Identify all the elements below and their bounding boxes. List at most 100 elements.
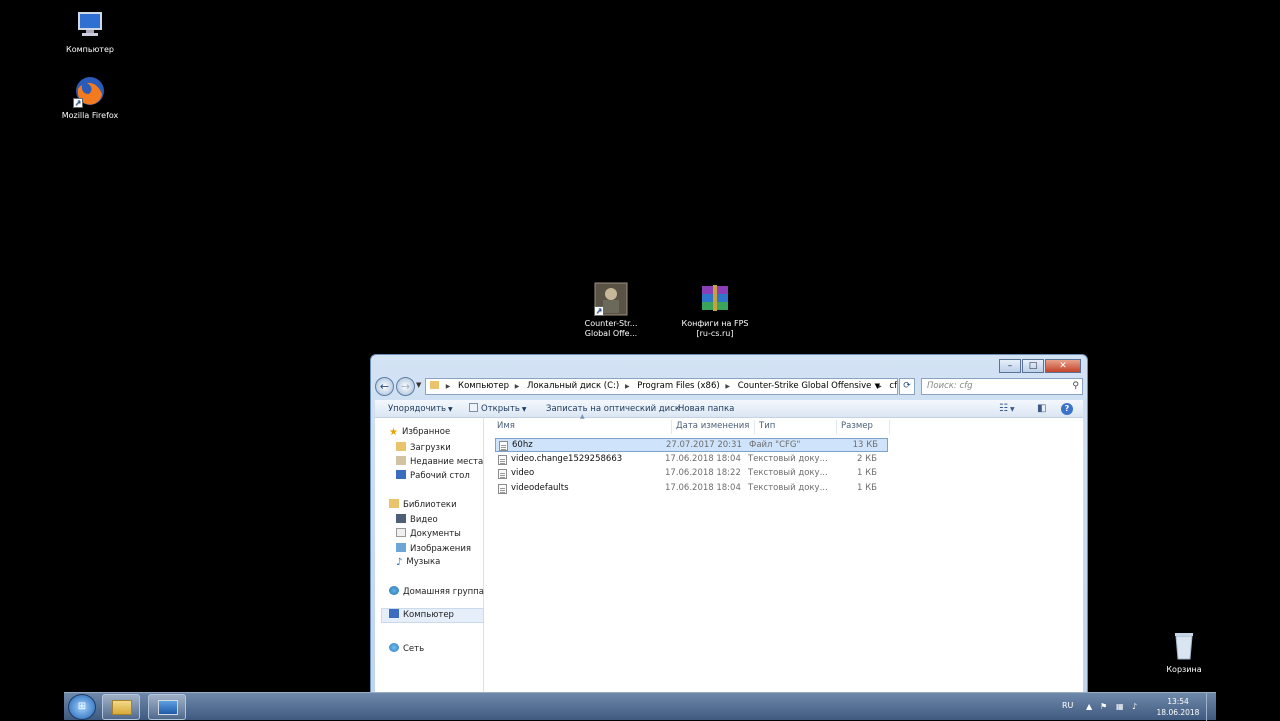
breadcrumb-csgo[interactable]: Counter-Strike Global Offensive	[738, 381, 872, 391]
search-input[interactable]: Поиск: cfg ⚲	[921, 378, 1083, 395]
firefox-icon: ↗	[73, 74, 107, 108]
folder-icon	[430, 381, 439, 389]
nav-label: Видео	[410, 515, 438, 525]
nav-favorites[interactable]: ★ Избранное	[389, 427, 450, 438]
explorer-folder-icon	[112, 700, 132, 715]
nav-label: Рабочий стол	[410, 471, 470, 481]
breadcrumb-cfg[interactable]: cfg	[889, 381, 897, 391]
breadcrumb-computer[interactable]: Компьютер	[458, 381, 509, 391]
nav-downloads[interactable]: Загрузки	[396, 442, 451, 453]
file-row[interactable]: video.change1529258663 17.06.2018 18:04 …	[495, 453, 888, 467]
csgo-icon: ↗	[594, 282, 628, 316]
text-file-icon	[498, 455, 507, 465]
breadcrumb-chevron-icon: ▶	[445, 383, 451, 390]
action-center-icon[interactable]: ⚑	[1100, 702, 1107, 711]
close-button[interactable]: ✕	[1045, 359, 1081, 373]
address-bar[interactable]: ▶ Компьютер ▶ Локальный диск (C:) ▶ Prog…	[425, 378, 898, 395]
column-header-name[interactable]: Имя	[497, 418, 515, 435]
column-header-size[interactable]: Размер	[841, 418, 873, 435]
view-options-icon[interactable]: ☷ ▼	[999, 402, 1015, 417]
nav-recent-places[interactable]: Недавние места	[396, 456, 483, 467]
network-status-icon[interactable]: ▦	[1116, 702, 1124, 711]
back-button[interactable]: ←	[375, 377, 394, 396]
star-icon: ★	[389, 427, 398, 438]
text-file-icon	[498, 484, 507, 494]
navigation-pane: ★ Избранное Загрузки Недавние места Рабоч…	[375, 418, 484, 695]
column-divider[interactable]	[671, 420, 672, 434]
maximize-button[interactable]: □	[1022, 359, 1044, 373]
music-library-icon: ♪	[396, 557, 403, 568]
documents-library-icon	[396, 528, 406, 537]
organize-label: Упорядочить	[388, 404, 447, 414]
breadcrumb-local-disk[interactable]: Локальный диск (C:)	[527, 381, 619, 391]
file-name: 60hz	[512, 440, 533, 450]
open-button[interactable]: Открыть ▼	[469, 400, 526, 419]
column-divider[interactable]	[754, 420, 755, 434]
nav-video[interactable]: Видео	[396, 514, 438, 525]
nav-libraries[interactable]: Библиотеки	[389, 499, 457, 510]
clock-time: 13:54	[1167, 697, 1189, 706]
volume-icon[interactable]: ♪	[1132, 702, 1137, 711]
open-label: Открыть	[481, 404, 520, 414]
file-name: videodefaults	[511, 483, 569, 493]
desktop-icon-recycle-bin[interactable]: Корзина	[1146, 628, 1222, 675]
forward-button[interactable]: →	[396, 377, 415, 396]
breadcrumb-chevron-icon[interactable]: ▶	[725, 383, 730, 390]
breadcrumb-chevron-icon[interactable]: ▶	[515, 383, 520, 390]
desktop-icon-configs-archive[interactable]: Конфиги на FPS [ru-cs.ru]	[677, 282, 753, 339]
mouse-cursor-icon	[535, 545, 541, 557]
file-row[interactable]: videodefaults 17.06.2018 18:04 Текстовый…	[495, 482, 888, 496]
desktop-icon-firefox[interactable]: ↗ Mozilla Firefox	[52, 74, 128, 121]
search-placeholder: Поиск: cfg	[927, 381, 973, 391]
new-folder-button[interactable]: Новая папка	[678, 400, 734, 418]
column-divider[interactable]	[889, 420, 890, 434]
breadcrumb-chevron-icon[interactable]: ▶	[625, 383, 630, 390]
clock[interactable]: 13:54 18.06.2018	[1156, 696, 1200, 718]
file-type: Текстовый доку...	[748, 483, 828, 493]
video-library-icon	[396, 514, 406, 523]
column-header-date[interactable]: Дата изменения	[676, 418, 749, 435]
back-arrow-icon: ←	[379, 380, 390, 393]
help-icon[interactable]: ?	[1061, 403, 1073, 415]
nav-network[interactable]: Сеть	[389, 643, 424, 654]
cfg-file-icon	[499, 441, 508, 451]
file-row[interactable]: video 17.06.2018 18:22 Текстовый доку...…	[495, 467, 888, 481]
open-file-icon	[469, 403, 478, 412]
file-type: Файл "CFG"	[749, 440, 801, 450]
desktop-icon-label: Корзина	[1166, 665, 1202, 674]
desktop-icon-csgo[interactable]: ↗ Counter-Str... Global Offe...	[573, 282, 649, 339]
preview-pane-icon[interactable]: ◧	[1037, 402, 1046, 416]
language-indicator[interactable]: RU	[1062, 701, 1073, 710]
minimize-button[interactable]: –	[999, 359, 1021, 373]
file-name: video	[511, 468, 535, 478]
nav-computer[interactable]: Компьютер	[381, 608, 484, 623]
command-bar: Упорядочить ▼ Открыть ▼ Записать на оптиче…	[375, 400, 1083, 418]
file-row[interactable]: 60hz 27.07.2017 20:31 Файл "CFG" 13 КБ	[495, 438, 888, 452]
nav-label: Изображения	[410, 544, 472, 554]
tray-expand-icon[interactable]: ▲	[1086, 702, 1092, 711]
desktop-icon-computer[interactable]: Компьютер	[52, 8, 128, 55]
window-content: ★ Избранное Загрузки Недавние места Рабоч…	[375, 413, 1083, 695]
taskbar-app-button[interactable]	[148, 694, 186, 720]
nav-music[interactable]: ♪ Музыка	[396, 557, 440, 568]
organize-button[interactable]: Упорядочить ▼	[388, 400, 453, 419]
breadcrumb-program-files[interactable]: Program Files (x86)	[637, 381, 719, 391]
show-desktop-button[interactable]	[1206, 693, 1216, 721]
nav-images[interactable]: Изображения	[396, 543, 471, 554]
address-dropdown-icon[interactable]: ▼	[875, 379, 880, 394]
nav-homegroup[interactable]: Домашняя группа	[389, 586, 484, 597]
desktop-icon-label: Конфиги на FPS [ru-cs.ru]	[681, 319, 749, 338]
column-divider[interactable]	[836, 420, 837, 434]
recent-pages-dropdown[interactable]: ▼	[416, 381, 421, 389]
shortcut-arrow-icon: ↗	[594, 306, 604, 316]
taskbar-explorer-button[interactable]	[102, 694, 140, 720]
nav-desktop[interactable]: Рабочий стол	[396, 470, 470, 481]
recent-places-icon	[396, 456, 406, 465]
start-button[interactable]: ⊞	[68, 694, 96, 720]
nav-label: Музыка	[406, 557, 441, 567]
burn-button[interactable]: Записать на оптический диск	[546, 400, 680, 418]
nav-documents[interactable]: Документы	[396, 528, 461, 539]
refresh-button[interactable]: ⟳	[899, 378, 915, 395]
refresh-icon: ⟳	[903, 381, 911, 391]
column-header-type[interactable]: Тип	[759, 418, 775, 435]
